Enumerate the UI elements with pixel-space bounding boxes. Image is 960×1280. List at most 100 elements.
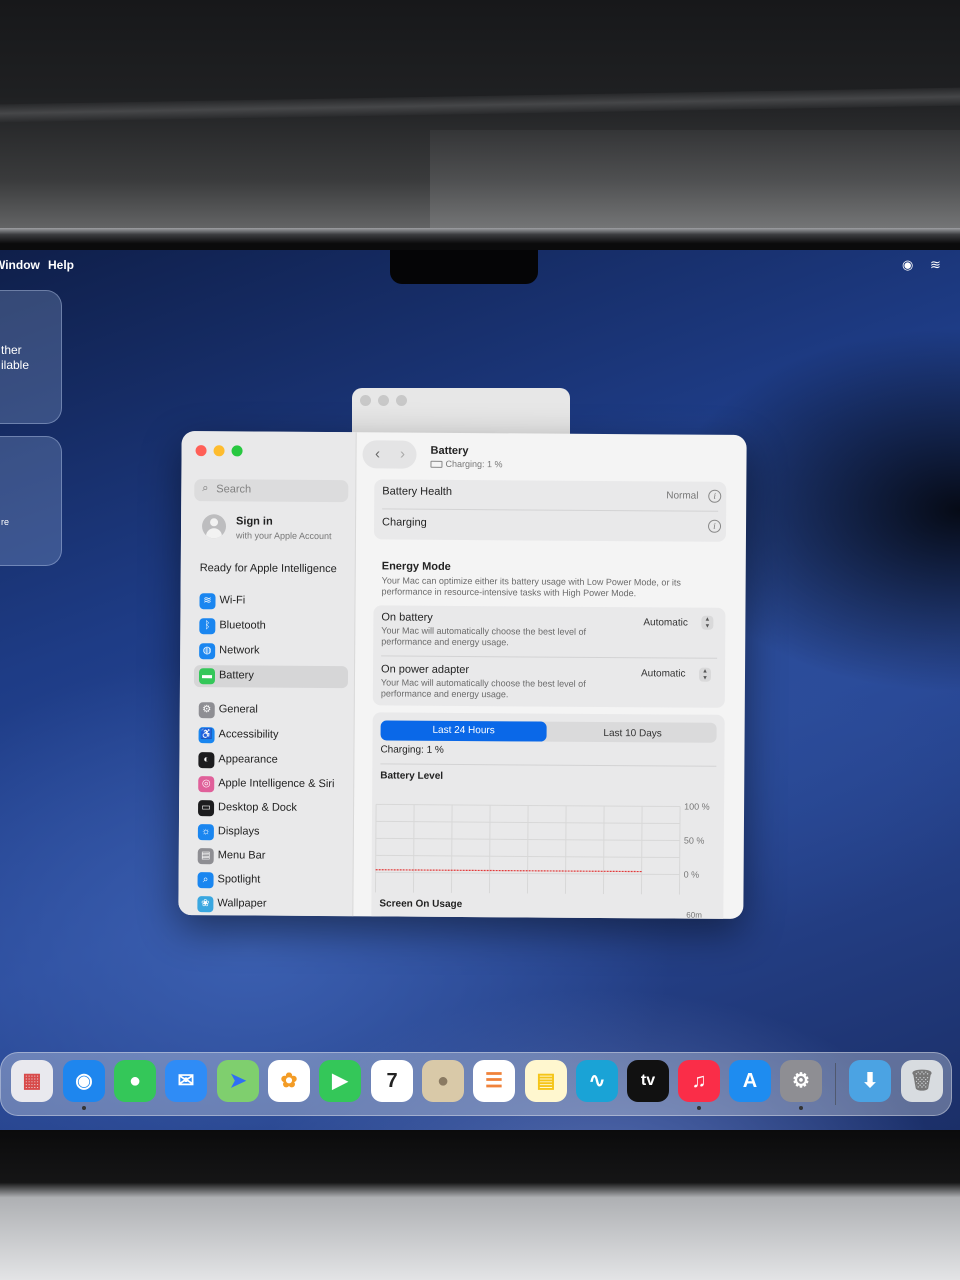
on-battery-stepper-icon[interactable]: ▴ ▾	[701, 615, 714, 630]
freeform-icon[interactable]: ∿	[576, 1060, 618, 1102]
sidebar-item-label: Apple Intelligence & Siri	[218, 777, 335, 791]
safari-icon[interactable]: ◉	[63, 1060, 105, 1102]
on-power-adapter-description: Your Mac will automatically choose the b…	[381, 677, 586, 700]
description-line: performance and energy usage.	[381, 636, 509, 648]
sidebar-item-apple-intelligence-siri[interactable]: ◎ Apple Intelligence & Siri	[193, 773, 347, 796]
sidebar-item-menu-bar[interactable]: ▤ Menu Bar	[193, 845, 347, 868]
appearance-icon: ◐	[198, 752, 215, 769]
sidebar-item-wallpaper[interactable]: ❀ Wallpaper	[192, 893, 346, 916]
downloads-folder-icon[interactable]: ⬇	[849, 1060, 891, 1102]
on-battery-label: On battery	[381, 611, 433, 624]
chart-gridline	[488, 805, 491, 895]
on-power-adapter-stepper-icon[interactable]: ▴ ▾	[698, 667, 712, 682]
y-tick-label: 50 %	[684, 836, 705, 846]
screen-record-icon[interactable]: ◉	[902, 257, 913, 273]
messages-icon[interactable]: ●	[114, 1060, 156, 1102]
sidebar: ⌕ Search Sign in with your Apple Account…	[178, 431, 357, 917]
sidebar-item-label: Battery	[218, 669, 254, 682]
appstore-icon[interactable]: A	[729, 1060, 771, 1102]
sidebar-item-desktop-dock[interactable]: ▭ Desktop & Dock	[193, 797, 347, 820]
chart-gridline	[526, 805, 529, 895]
wifi-icon[interactable]: ≋	[930, 257, 941, 273]
x-tick-label: 18	[377, 891, 387, 894]
chart-gridline	[564, 805, 567, 895]
chart-gridline	[450, 804, 453, 895]
on-battery-select[interactable]: Automatic	[643, 617, 688, 628]
charging-info-icon[interactable]: i	[707, 519, 722, 533]
energy-mode-description: Your Mac can optimize either its battery…	[382, 575, 681, 599]
calendar-icon[interactable]: 7	[371, 1060, 413, 1102]
back-button[interactable]: ‹	[365, 442, 389, 466]
sidebar-item-label: Wallpaper	[217, 897, 267, 910]
sidebar-item-general[interactable]: ⚙ General	[194, 699, 348, 722]
menu-window[interactable]: Window	[0, 258, 40, 272]
close-button[interactable]	[195, 445, 207, 457]
menu-bar: Window Help ◉ ≋	[0, 256, 960, 278]
second-widget[interactable]: re	[0, 436, 62, 566]
sidebar-item-bluetooth[interactable]: ᛒ Bluetooth	[194, 615, 348, 638]
sidebar-item-wi-fi[interactable]: ≋ Wi-Fi	[194, 590, 348, 613]
sidebar-item-label: Desktop & Dock	[218, 801, 297, 814]
pane-subtitle-text: Charging: 1 %	[445, 458, 503, 470]
menubar-icon: ▤	[197, 848, 214, 865]
sign-in-subtitle: with your Apple Account	[235, 530, 332, 542]
ai-ready-label[interactable]: Ready for Apple Intelligence	[200, 562, 337, 575]
battery-health-info-icon[interactable]: i	[708, 489, 722, 503]
dock-separator	[835, 1063, 836, 1105]
search-icon: ⌕	[202, 482, 209, 495]
wallpaper-icon: ❀	[197, 896, 214, 913]
x-tick-label: 12	[605, 893, 615, 895]
facetime-icon[interactable]: ▶	[319, 1060, 361, 1102]
background-railing	[0, 87, 960, 123]
menu-help[interactable]: Help	[48, 258, 74, 272]
battery-health-label: Battery Health	[382, 485, 453, 498]
minimize-button[interactable]	[213, 445, 225, 457]
x-tick-label: 21	[415, 892, 425, 895]
chart-gridline	[678, 806, 681, 895]
widget-text: re	[1, 517, 10, 527]
sidebar-item-spotlight[interactable]: ⌕ Spotlight	[192, 869, 346, 892]
zoom-button[interactable]	[231, 445, 243, 457]
notes-icon[interactable]: ▤	[525, 1060, 567, 1102]
dock-icon: ▭	[198, 800, 215, 817]
reminders-icon[interactable]: ☰	[473, 1060, 515, 1102]
tv-icon[interactable]: tv	[627, 1060, 669, 1102]
running-indicator	[82, 1106, 86, 1110]
mail-icon[interactable]: ✉	[165, 1060, 207, 1102]
forward-button[interactable]: ›	[390, 442, 414, 466]
sidebar-item-accessibility[interactable]: ♿ Accessibility	[193, 724, 347, 747]
window-dot	[396, 395, 407, 406]
pane-title: Battery	[430, 444, 469, 458]
contacts-icon[interactable]: ●	[422, 1060, 464, 1102]
on-battery-description: Your Mac will automatically choose the b…	[381, 625, 586, 648]
weather-widget[interactable]: ther ilable	[0, 290, 62, 424]
background-room	[0, 0, 960, 240]
chart-gridline	[374, 804, 377, 895]
photos-icon[interactable]: ✿	[268, 1060, 310, 1102]
sign-in-title[interactable]: Sign in	[236, 515, 273, 527]
trash-icon[interactable]: 🗑	[901, 1060, 943, 1102]
divider	[381, 655, 718, 659]
sidebar-item-battery[interactable]: ▬ Battery	[193, 665, 349, 689]
search-input[interactable]: ⌕ Search	[194, 479, 349, 503]
battery-icon: ▬	[198, 668, 216, 685]
system-settings-window: ⌕ Search Sign in with your Apple Account…	[178, 431, 747, 919]
battery-health-value: Normal	[666, 490, 699, 502]
music-icon[interactable]: ♫	[678, 1060, 720, 1102]
avatar[interactable]	[201, 514, 227, 539]
search-placeholder: Search	[216, 483, 252, 496]
maps-icon[interactable]: ➤	[217, 1060, 259, 1102]
sidebar-item-displays[interactable]: ☼ Displays	[193, 821, 347, 844]
x-tick-label: 03	[491, 892, 501, 895]
sidebar-item-network[interactable]: ◍ Network	[194, 640, 348, 663]
navigation-buttons: ‹ ›	[362, 440, 417, 469]
system-settings-icon[interactable]: ⚙	[780, 1060, 822, 1102]
sidebar-item-appearance[interactable]: ◐ Appearance	[193, 749, 347, 772]
launchpad-icon[interactable]: ▦	[11, 1060, 53, 1102]
chart-gridline	[640, 806, 643, 895]
siri-icon: ◎	[198, 776, 215, 793]
on-power-adapter-select[interactable]: Automatic	[641, 668, 686, 679]
sun-icon: ☼	[197, 824, 214, 841]
screen-on-usage-title: Screen On Usage	[379, 898, 463, 911]
accessibility-icon: ♿	[198, 727, 215, 744]
